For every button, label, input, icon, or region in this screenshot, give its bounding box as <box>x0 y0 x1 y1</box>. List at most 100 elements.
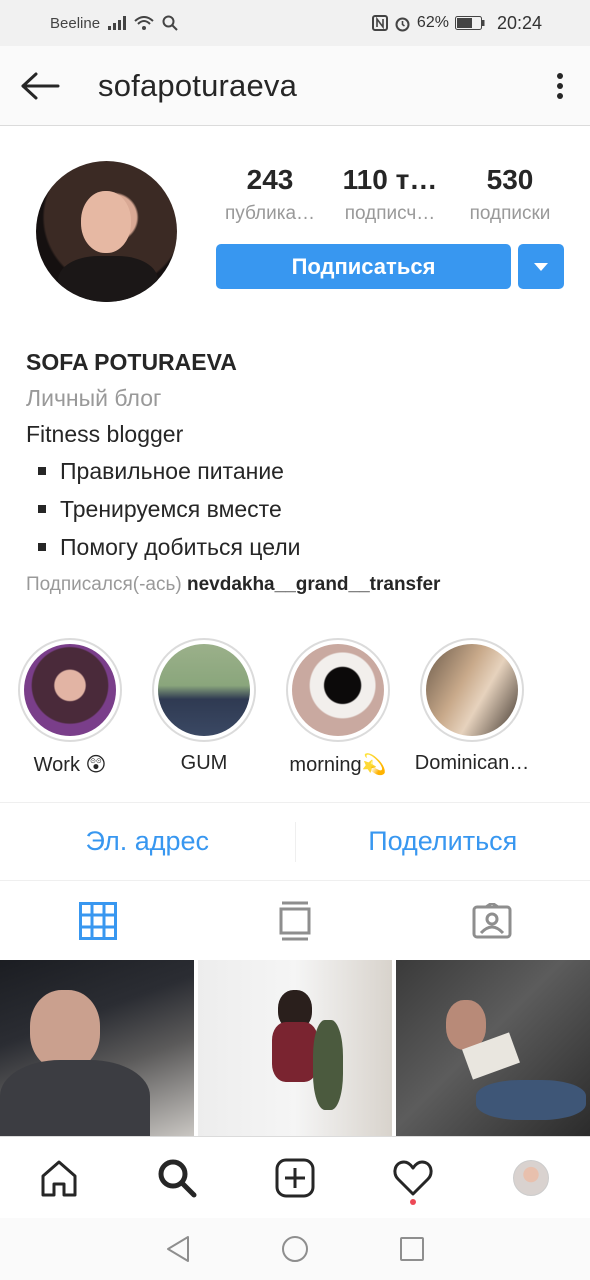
highlight-label: Dominican… <box>414 752 530 774</box>
suggestions-dropdown-button[interactable] <box>518 244 564 289</box>
battery-percent: 62% <box>416 14 449 31</box>
bullet-square-icon <box>38 467 46 475</box>
carrier-label: Beeline <box>50 14 101 32</box>
highlight-ring <box>286 638 390 742</box>
follow-button[interactable]: Подписаться <box>216 244 511 289</box>
bio-line: Fitness blogger <box>26 421 184 447</box>
highlight-label: Work 😲 <box>33 754 107 776</box>
account-category: Личный блог <box>26 385 162 411</box>
following-label: подписки <box>469 203 551 224</box>
tagged-icon <box>472 903 512 939</box>
followed-by-user[interactable]: nevdakha__grand__transfer <box>187 574 440 595</box>
avatar-face <box>81 191 131 253</box>
nfc-icon <box>371 15 388 31</box>
heart-icon <box>393 1160 433 1195</box>
contact-actions: Эл. адрес Поделиться <box>0 802 590 881</box>
grid-icon <box>79 902 118 940</box>
more-vertical-icon <box>557 72 563 99</box>
back-button[interactable] <box>0 46 80 126</box>
avatar-body <box>58 256 158 302</box>
more-options-button[interactable] <box>530 46 590 126</box>
highlight-cover <box>426 644 518 736</box>
profile-stats: 243 публика… 110 т… подписч… 530 подписк… <box>216 162 564 230</box>
tab-grid[interactable] <box>0 882 197 960</box>
posts-stat[interactable]: 243 публика… <box>216 162 324 230</box>
bio-bullet: Правильное питание <box>26 452 566 490</box>
home-circle-icon[interactable] <box>281 1235 309 1263</box>
highlight-item[interactable]: Work 😲 <box>18 638 152 777</box>
highlight-ring <box>420 638 524 742</box>
followers-stat[interactable]: 110 т… подписч… <box>336 162 444 230</box>
bottom-navigation <box>0 1136 590 1218</box>
posts-label: публика… <box>224 203 316 224</box>
highlight-item[interactable]: morning💫 <box>286 638 420 777</box>
search-icon <box>158 1159 197 1197</box>
post-plant <box>313 1020 343 1110</box>
followers-count: 110 т… <box>342 164 438 195</box>
add-post-icon <box>275 1158 315 1197</box>
bio-bullet: Помогу добиться цели <box>26 528 566 566</box>
highlight-cover <box>24 644 116 736</box>
post-coat <box>0 1060 150 1136</box>
story-highlights: Work 😲 GUM morning💫 Dominican… <box>18 638 554 777</box>
post-sweater <box>272 1022 318 1082</box>
highlight-cover <box>292 644 384 736</box>
profile-avatar[interactable] <box>36 161 177 302</box>
nav-search[interactable] <box>137 1137 217 1219</box>
post-thumbnail[interactable] <box>396 960 590 1136</box>
alarm-icon <box>395 17 410 31</box>
bio-bullet-text: Правильное питание <box>60 458 284 484</box>
nav-profile[interactable] <box>491 1137 571 1219</box>
highlight-label: GUM <box>180 752 228 774</box>
back-triangle-icon[interactable] <box>165 1235 191 1263</box>
tab-feed[interactable] <box>197 882 394 960</box>
tab-tagged[interactable] <box>393 882 590 960</box>
battery-icon <box>454 16 485 30</box>
posts-grid <box>0 960 590 1136</box>
profile-avatar-icon <box>513 1159 549 1196</box>
triangle-down-icon <box>534 262 548 271</box>
followed-by-prefix: Подписался(-ась) <box>26 574 182 595</box>
posts-count: 243 <box>246 164 294 195</box>
recents-square-icon[interactable] <box>399 1236 425 1262</box>
bio-bullet: Тренируемся вместе <box>26 490 566 528</box>
full-name: SOFA POTURAEVA <box>26 349 237 375</box>
following-count: 530 <box>486 164 534 195</box>
highlight-item[interactable]: GUM <box>152 638 286 777</box>
bio-bullet-text: Помогу добиться цели <box>60 534 301 560</box>
signal-icon <box>108 16 127 30</box>
post-jeans <box>476 1080 586 1120</box>
profile-tabs <box>0 882 590 960</box>
page-title: sofapoturaeva <box>98 67 298 103</box>
search-status-icon <box>162 15 178 31</box>
activity-notification-dot <box>410 1198 416 1205</box>
post-thumbnail[interactable] <box>0 960 194 1136</box>
arrow-left-icon <box>21 72 60 99</box>
nav-activity[interactable] <box>373 1137 453 1219</box>
followed-by[interactable]: Подписался(-ась) nevdakha__grand__transf… <box>26 568 566 602</box>
highlight-ring <box>18 638 122 742</box>
home-icon <box>41 1160 77 1196</box>
profile-app-bar: sofapoturaeva <box>0 46 590 126</box>
post-thumbnail[interactable] <box>198 960 392 1136</box>
highlight-ring <box>152 638 256 742</box>
nav-home[interactable] <box>19 1137 99 1219</box>
system-navigation-bar <box>0 1218 590 1280</box>
nav-add-post[interactable] <box>255 1137 335 1219</box>
highlight-cover <box>158 644 250 736</box>
highlight-item[interactable]: Dominican… <box>415 638 554 777</box>
post-figure <box>30 990 100 1070</box>
bullet-square-icon <box>38 543 46 551</box>
wifi-icon <box>134 16 154 30</box>
highlight-label: morning💫 <box>289 754 387 776</box>
clock: 20:24 <box>496 12 542 33</box>
bullet-square-icon <box>38 505 46 513</box>
share-button[interactable]: Поделиться <box>296 826 590 857</box>
bio-bullet-text: Тренируемся вместе <box>60 496 282 522</box>
email-button[interactable]: Эл. адрес <box>0 826 295 857</box>
feed-icon <box>279 901 311 941</box>
status-bar: Beeline 62% 20:24 <box>0 0 590 46</box>
following-stat[interactable]: 530 подписки <box>456 162 564 230</box>
followers-label: подписч… <box>344 203 436 224</box>
profile-bio: SOFA POTURAEVA Личный блог Fitness blogg… <box>26 344 566 602</box>
